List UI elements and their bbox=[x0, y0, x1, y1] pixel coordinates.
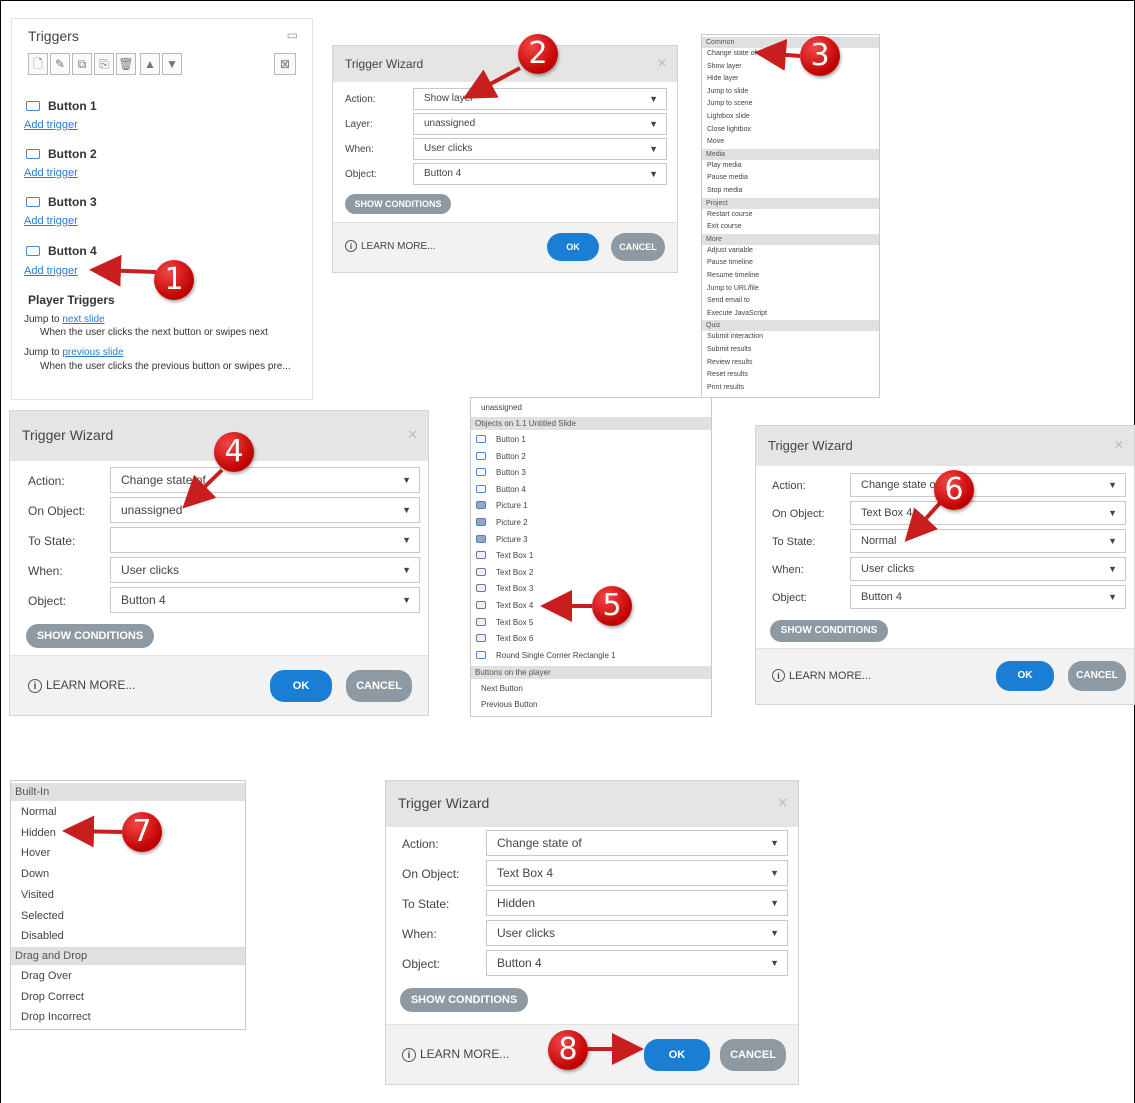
arrow-2 bbox=[462, 66, 521, 99]
arrow-7 bbox=[62, 815, 123, 848]
callout-2: 2 bbox=[518, 34, 558, 74]
callout-6: 6 bbox=[934, 470, 974, 510]
callout-arrows bbox=[62, 38, 942, 1065]
callout-3: 3 bbox=[800, 36, 840, 76]
arrow-4 bbox=[182, 468, 224, 509]
callout-5: 5 bbox=[592, 586, 632, 626]
arrow-3 bbox=[754, 38, 801, 71]
callout-7: 7 bbox=[122, 812, 162, 852]
callout-8: 8 bbox=[548, 1030, 588, 1070]
callout-4: 4 bbox=[214, 432, 254, 472]
arrow-6 bbox=[904, 501, 942, 542]
callout-1: 1 bbox=[154, 260, 194, 300]
arrow-1 bbox=[89, 254, 157, 287]
